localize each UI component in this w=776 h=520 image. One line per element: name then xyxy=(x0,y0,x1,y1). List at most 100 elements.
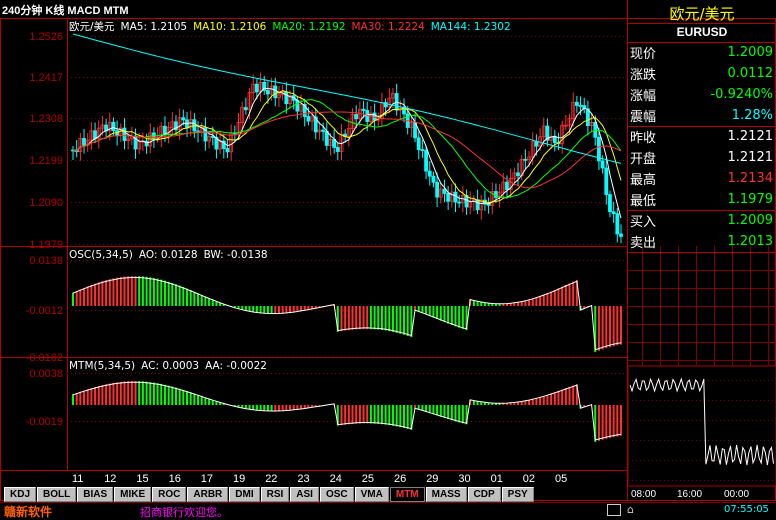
quote-value: 1.1979 xyxy=(727,192,774,207)
tab-psy[interactable]: PSY xyxy=(501,487,534,502)
tab-dmi[interactable]: DMI xyxy=(229,487,260,502)
candle-body xyxy=(181,117,186,121)
y-tick-label: 1.2308 xyxy=(29,113,63,125)
legend-item: MA5: 1.2105 xyxy=(121,21,188,33)
quote-label: 涨幅 xyxy=(630,89,657,104)
tab-kdj[interactable]: KDJ xyxy=(4,487,37,502)
candle-body xyxy=(254,83,259,93)
x-tick-label: 11 xyxy=(72,473,83,485)
legend-item: MA10: 1.2106 xyxy=(193,21,267,33)
candle-body xyxy=(611,211,616,215)
candle-body xyxy=(361,108,366,111)
candle-body xyxy=(306,116,311,122)
candle-body xyxy=(604,167,609,195)
candle-body xyxy=(516,172,520,177)
candle-body xyxy=(144,140,149,147)
candle-body xyxy=(435,181,440,198)
candle-body xyxy=(324,131,329,146)
candle-body xyxy=(600,160,605,169)
y-tick-label: 1.2090 xyxy=(29,197,63,209)
y-tick-label: 1.2526 xyxy=(29,31,63,43)
quote-row: 现价 1.2009 xyxy=(628,42,776,63)
tab-arbr[interactable]: ARBR xyxy=(187,487,229,502)
candle-body xyxy=(416,137,421,150)
candle-body xyxy=(608,194,612,213)
candle-body xyxy=(354,114,359,120)
quote-row: 开盘 1.2121 xyxy=(628,147,776,168)
x-tick-label: 19 xyxy=(233,473,245,485)
tab-roc[interactable]: ROC xyxy=(152,487,187,502)
intraday-x-label: 00:00 xyxy=(724,489,749,500)
candle-body xyxy=(122,127,127,141)
x-tick-label: 26 xyxy=(394,473,406,485)
tab-cdp[interactable]: CDP xyxy=(467,487,501,502)
candle-body xyxy=(453,191,458,203)
quote-label: 最高 xyxy=(630,173,657,188)
intraday-x-label: 08:00 xyxy=(631,489,656,500)
candle-body xyxy=(82,138,86,146)
x-tick-label: 30 xyxy=(458,473,470,485)
candle-body xyxy=(457,201,462,204)
candle-body xyxy=(534,141,539,147)
y-tick-label: 0.0038 xyxy=(29,368,63,380)
ma20-line xyxy=(72,99,622,199)
candle-body xyxy=(266,89,270,95)
x-tick-label: 12 xyxy=(104,473,116,485)
y-tick-label: 0.0138 xyxy=(29,255,63,267)
candle-body xyxy=(243,107,248,111)
candle-body xyxy=(615,213,620,235)
window-icon[interactable] xyxy=(607,504,621,516)
quote-label: 卖出 xyxy=(630,236,657,251)
quote-value: 0.0112 xyxy=(727,66,774,81)
quote-row: 卖出 1.2013 xyxy=(628,231,776,252)
legend-item: AA: -0.0022 xyxy=(205,360,267,372)
legend-item: 欧元/美元 xyxy=(69,20,115,33)
candle-body xyxy=(578,105,583,107)
quote-label: 最低 xyxy=(630,194,657,209)
x-tick-label: 05 xyxy=(555,473,567,485)
candle-body xyxy=(273,85,278,99)
tab-mass[interactable]: MASS xyxy=(425,487,467,502)
tab-rsi[interactable]: RSI xyxy=(260,487,290,502)
tab-bias[interactable]: BIAS xyxy=(77,487,114,502)
candle-body xyxy=(321,129,325,132)
quote-label: 震幅 xyxy=(630,110,657,125)
candle-body xyxy=(523,158,528,161)
quote-value: 1.2121 xyxy=(727,129,774,144)
legend-item: AO: 0.0128 xyxy=(139,249,198,261)
candle-body xyxy=(505,181,509,191)
candle-body xyxy=(210,136,215,138)
quote-label: 现价 xyxy=(630,47,657,62)
quote-label: 昨收 xyxy=(630,131,657,146)
quote-row: 震幅 1.28% xyxy=(628,105,776,126)
quote-row: 涨幅 -0.9240% xyxy=(628,84,776,105)
quote-value: 1.2013 xyxy=(727,234,774,249)
x-tick-label: 29 xyxy=(426,473,438,485)
candle-body xyxy=(427,170,432,177)
candle-body xyxy=(619,233,623,237)
quote-value: 1.2134 xyxy=(727,171,774,186)
candle-body xyxy=(284,91,289,105)
quote-value: 1.2121 xyxy=(727,150,774,165)
legend-item: OSC(5,34,5) xyxy=(69,249,133,261)
mtm-line xyxy=(72,381,622,441)
tab-boll[interactable]: BOLL xyxy=(37,487,77,502)
y-tick-label: 1.2417 xyxy=(29,72,63,84)
candle-body xyxy=(424,150,428,172)
legend-item: MA20: 1.2192 xyxy=(272,21,345,33)
candle-body xyxy=(574,101,579,106)
x-tick-label: 25 xyxy=(362,473,374,485)
y-tick-label: -0.0012 xyxy=(26,305,63,317)
x-tick-label: 22 xyxy=(265,473,277,485)
osc-line xyxy=(72,277,622,351)
indicator-tab-bar: KDJ BOLL BIAS MIKE ROC ARBR DMI RSI ASI OSC VMA MTM… xyxy=(0,487,627,502)
tab-mtm[interactable]: MTM xyxy=(389,487,425,502)
tab-osc[interactable]: OSC xyxy=(319,487,354,502)
legend-item: MA30: 1.2224 xyxy=(352,21,426,33)
candle-body xyxy=(431,175,436,183)
tab-mike[interactable]: MIKE xyxy=(114,487,152,502)
tab-asi[interactable]: ASI xyxy=(290,487,319,502)
tab-vma[interactable]: VMA xyxy=(354,487,389,502)
quote-value: 1.2009 xyxy=(727,213,774,228)
bell-icon[interactable]: ⌂ xyxy=(627,503,634,516)
